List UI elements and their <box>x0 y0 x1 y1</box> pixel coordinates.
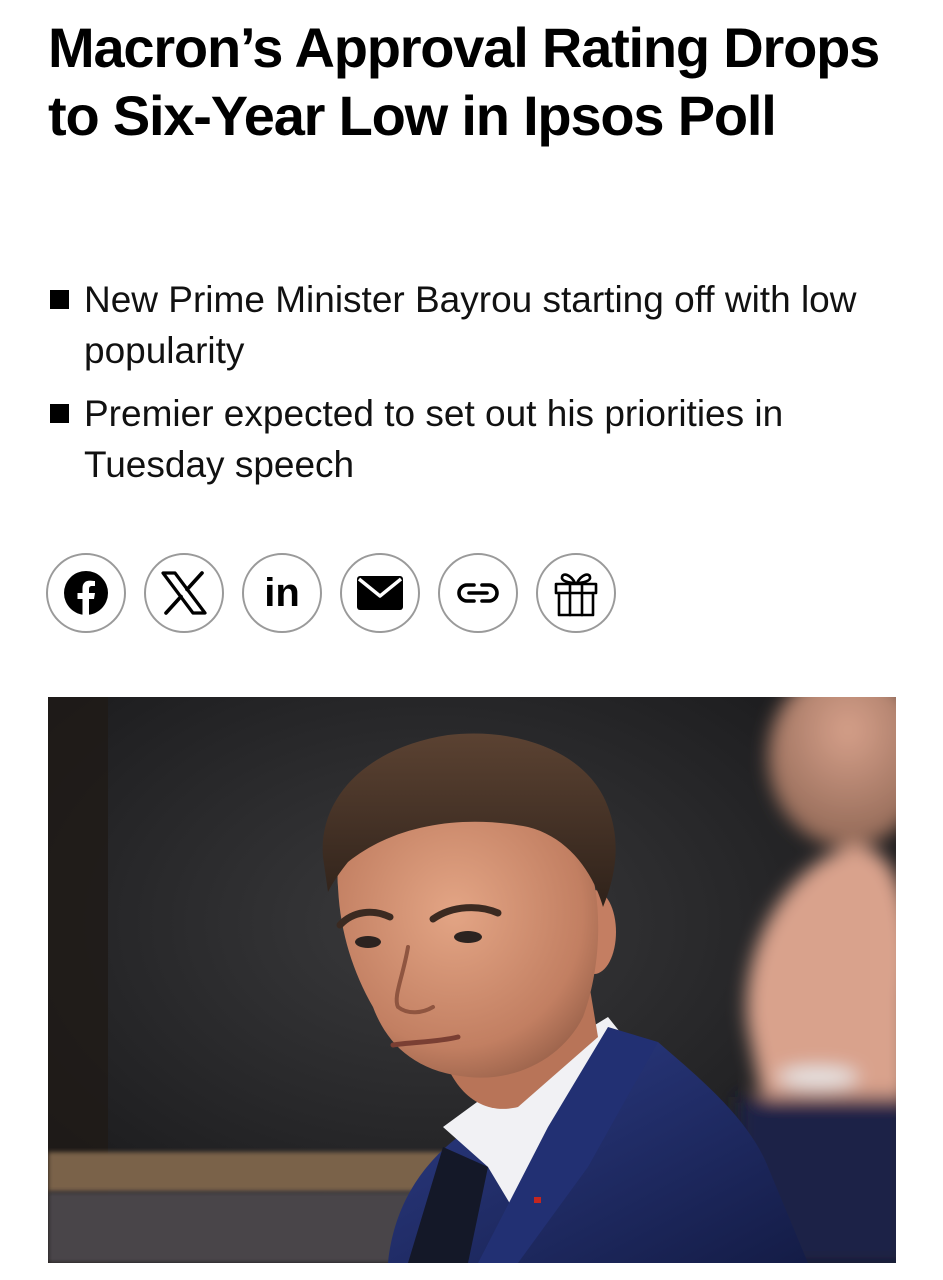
article-photo <box>48 697 896 1263</box>
summary-bullet-text: New Prime Minister Bayrou starting off w… <box>84 279 857 371</box>
summary-bullet-text: Premier expected to set out his prioriti… <box>84 393 784 485</box>
share-email-button[interactable] <box>340 553 420 633</box>
summary-bullet: Premier expected to set out his prioriti… <box>48 388 908 490</box>
facebook-icon <box>64 571 108 615</box>
article-headline: Macron’s Approval Rating Drops to Six-Ye… <box>48 16 880 147</box>
x-icon <box>161 571 207 615</box>
left-eye <box>355 936 381 948</box>
right-eye <box>454 931 482 943</box>
bullet-square-icon <box>50 404 69 423</box>
bullet-square-icon <box>50 290 69 309</box>
link-icon <box>457 583 499 603</box>
gift-article-button[interactable] <box>536 553 616 633</box>
photo-background-table <box>48 1152 468 1192</box>
summary-bullet: New Prime Minister Bayrou starting off w… <box>48 274 908 376</box>
lapel-pin <box>534 1197 541 1203</box>
share-linkedin-button[interactable]: in <box>242 553 322 633</box>
share-bar: in <box>46 553 616 637</box>
linkedin-icon: in <box>264 571 300 615</box>
share-x-button[interactable] <box>144 553 224 633</box>
copy-link-button[interactable] <box>438 553 518 633</box>
gift-icon <box>554 573 598 617</box>
summary-list: New Prime Minister Bayrou starting off w… <box>48 274 908 502</box>
share-facebook-button[interactable] <box>46 553 126 633</box>
email-icon <box>357 576 403 610</box>
